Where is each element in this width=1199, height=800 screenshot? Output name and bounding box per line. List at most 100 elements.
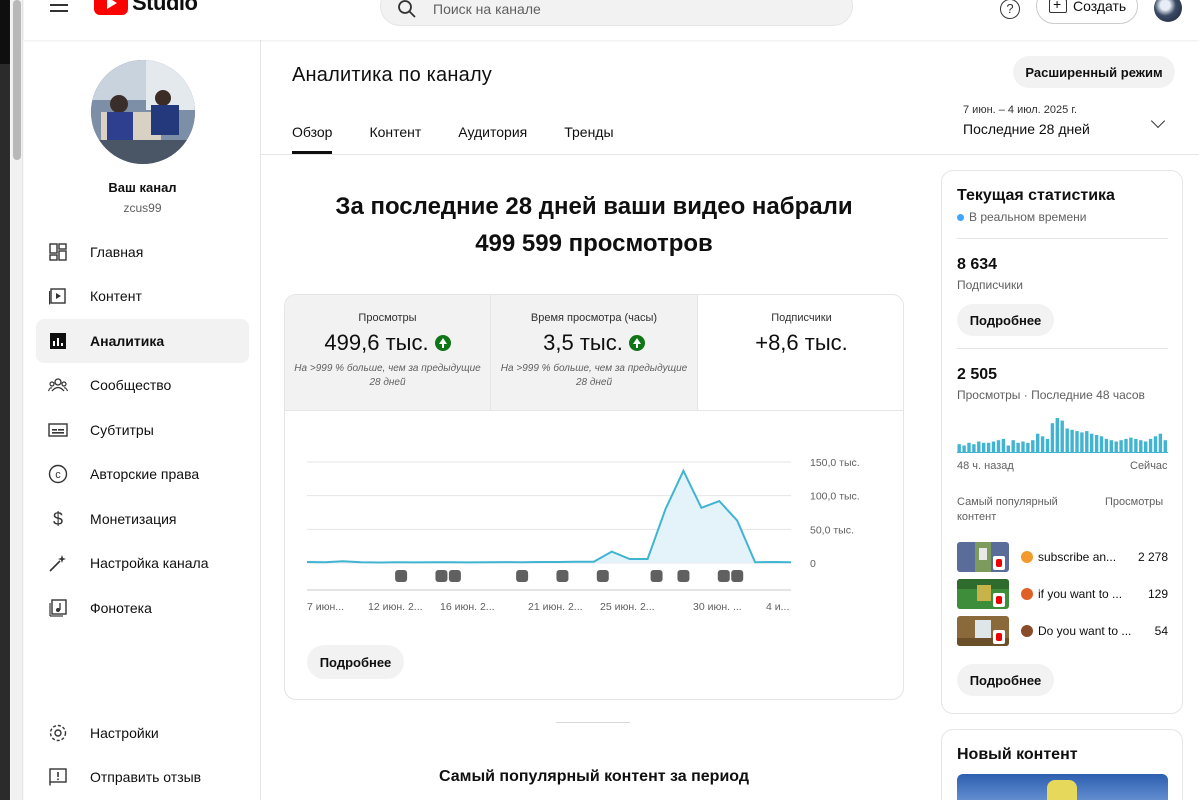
video-thumbnail [957,616,1009,646]
realtime-bar [1016,442,1020,452]
metric-subscribers[interactable]: Подписчики +8,6 тыс. [698,295,903,411]
video-views: 2 278 [1137,550,1168,564]
previous-window-edge [0,0,10,800]
video-title: if you want to ... [1038,587,1123,601]
tab-trends[interactable]: Тренды [564,124,613,156]
sidebar-item-label: Настройки [90,725,159,741]
x-tick-label: 16 июн. 2... [440,601,495,613]
scrollbar-thumb[interactable] [13,0,21,160]
realtime-title: Текущая статистика [957,187,1115,204]
sidebar-item-customization[interactable]: Настройка канала [36,541,249,585]
top-content-row[interactable]: Do you want to ... 54 [957,616,1168,646]
advanced-mode-button[interactable]: Расширенный режим [1013,56,1175,88]
realtime-bar [1060,420,1064,452]
channel-search[interactable]: Поиск на канале [380,0,853,26]
metric-value-row: 499,6 тыс. [285,330,490,356]
subscribers-more-button[interactable]: Подробнее [957,304,1054,336]
metric-label: Подписчики [771,312,832,324]
sidebar-item-analytics[interactable]: Аналитика [36,319,249,363]
sidebar-item-label: Отправить отзыв [90,769,202,785]
subscribers-label: Подписчики [957,278,1024,292]
sidebar-item-community[interactable]: Сообщество [36,363,249,407]
sidebar-item-feedback[interactable]: Отправить отзыв [36,755,249,799]
sidebar-item-label: Монетизация [90,511,177,527]
sidebar-item-content[interactable]: Контент [36,274,249,318]
tab-audience[interactable]: Аудитория [458,124,527,156]
metric-watch-time[interactable]: Время просмотра (часы) 3,5 тыс. На >999 … [491,295,698,411]
top-content-label: Самый популярный контент [957,495,1058,525]
metric-note-line: 28 дней [575,377,613,388]
realtime-bar [1011,440,1015,452]
sidebar-item-label: Аналитика [90,333,165,349]
metric-value: 499,6 тыс. [324,330,429,355]
new-content-thumbnail[interactable] [957,774,1168,800]
realtime-stats-card: Текущая статистика В реальном времени 8 … [941,170,1183,714]
sidebar-item-audio-library[interactable]: Фонотека [36,586,249,630]
main-content: Аналитика по каналу Расширенный режим Об… [261,40,1199,800]
copyright-icon: c [46,462,70,486]
channel-avatar[interactable] [91,60,195,164]
realtime-bar [1153,436,1158,452]
metric-value: +8,6 тыс. [755,330,848,355]
sidebar-item-settings[interactable]: Настройки [36,711,249,755]
sidebar-item-label: Субтитры [90,422,154,438]
metrics-divider [285,410,903,411]
realtime-bar [1144,441,1148,452]
basketball-emoji-icon [1021,588,1033,600]
youtube-logo-icon [94,0,128,15]
upload-marker-icon [731,570,744,582]
realtime-bar [1026,442,1030,452]
channel-name[interactable]: Ваш канал [24,180,261,195]
metric-label: Просмотры [358,312,417,324]
top-content-row[interactable]: subscribe an... 2 278 [957,542,1168,572]
realtime-bar [1036,433,1040,452]
x-tick-label: 25 июн. 2... [600,601,655,613]
sidebar-item-dashboard[interactable]: Главная [36,230,249,274]
views-chart[interactable]: 150,0 тыс. 100,0 тыс. 50,0 тыс. 0 7 июн... 12… [285,435,904,625]
sidebar-item-label: Главная [90,244,144,260]
video-views: 129 [1147,587,1168,601]
realtime-bar [1163,440,1167,452]
metric-views[interactable]: Просмотры 499,6 тыс. На >999 % больше, ч… [285,295,491,411]
studio-logo[interactable]: Studio [94,0,198,18]
realtime-bar [962,445,966,452]
more-details-button[interactable]: Подробнее [307,645,404,679]
svg-text:$: $ [53,509,63,529]
realtime-bar [972,444,976,452]
sidebar-item-label: Контент [90,288,142,304]
realtime-more-button[interactable]: Подробнее [957,664,1054,696]
realtime-bar [1114,441,1118,452]
chevron-down-icon[interactable] [1150,113,1166,129]
page-scrollbar[interactable] [11,0,23,800]
analytics-tabs: Обзор Контент Аудитория Тренды [292,124,651,156]
sidebar-item-subtitles[interactable]: Субтитры [36,408,249,452]
top-content-row[interactable]: if you want to ... 129 [957,579,1168,609]
search-placeholder: Поиск на канале [433,1,541,17]
date-range-picker[interactable]: 7 июн. – 4 июл. 2025 г. Последние 28 дне… [963,104,1090,137]
menu-icon[interactable] [50,0,70,16]
create-button[interactable]: Создать [1036,0,1138,24]
account-avatar[interactable] [1154,0,1182,22]
realtime-bar [1085,431,1089,452]
svg-text:c: c [55,469,61,481]
realtime-bar [1031,440,1035,452]
help-icon[interactable]: ? [1000,0,1020,19]
video-thumbnail [957,542,1009,572]
realtime-bar [977,441,981,452]
shorts-icon [993,593,1005,607]
sidebar-item-monetization[interactable]: $ Монетизация [36,497,249,541]
realtime-bar [1119,440,1123,452]
metric-note-line: На >999 % больше, чем за предыдущие [294,363,481,374]
tab-content[interactable]: Контент [369,124,421,156]
metric-value: 3,5 тыс. [543,330,623,355]
shorts-icon [993,630,1005,644]
top-content-label-line: Самый популярный [957,496,1058,508]
realtime-bar-chart[interactable] [957,416,1168,454]
summary-headline: За последние 28 дней ваши видео набрали … [284,188,904,262]
dashboard-icon [46,240,70,264]
realtime-bar [1001,438,1006,452]
tab-overview[interactable]: Обзор [292,124,333,156]
metric-note-line: 28 дней [369,377,406,388]
sidebar-item-copyright[interactable]: c Авторские права [36,452,249,496]
overview-chart-card: Просмотры 499,6 тыс. На >999 % больше, ч… [284,294,904,700]
